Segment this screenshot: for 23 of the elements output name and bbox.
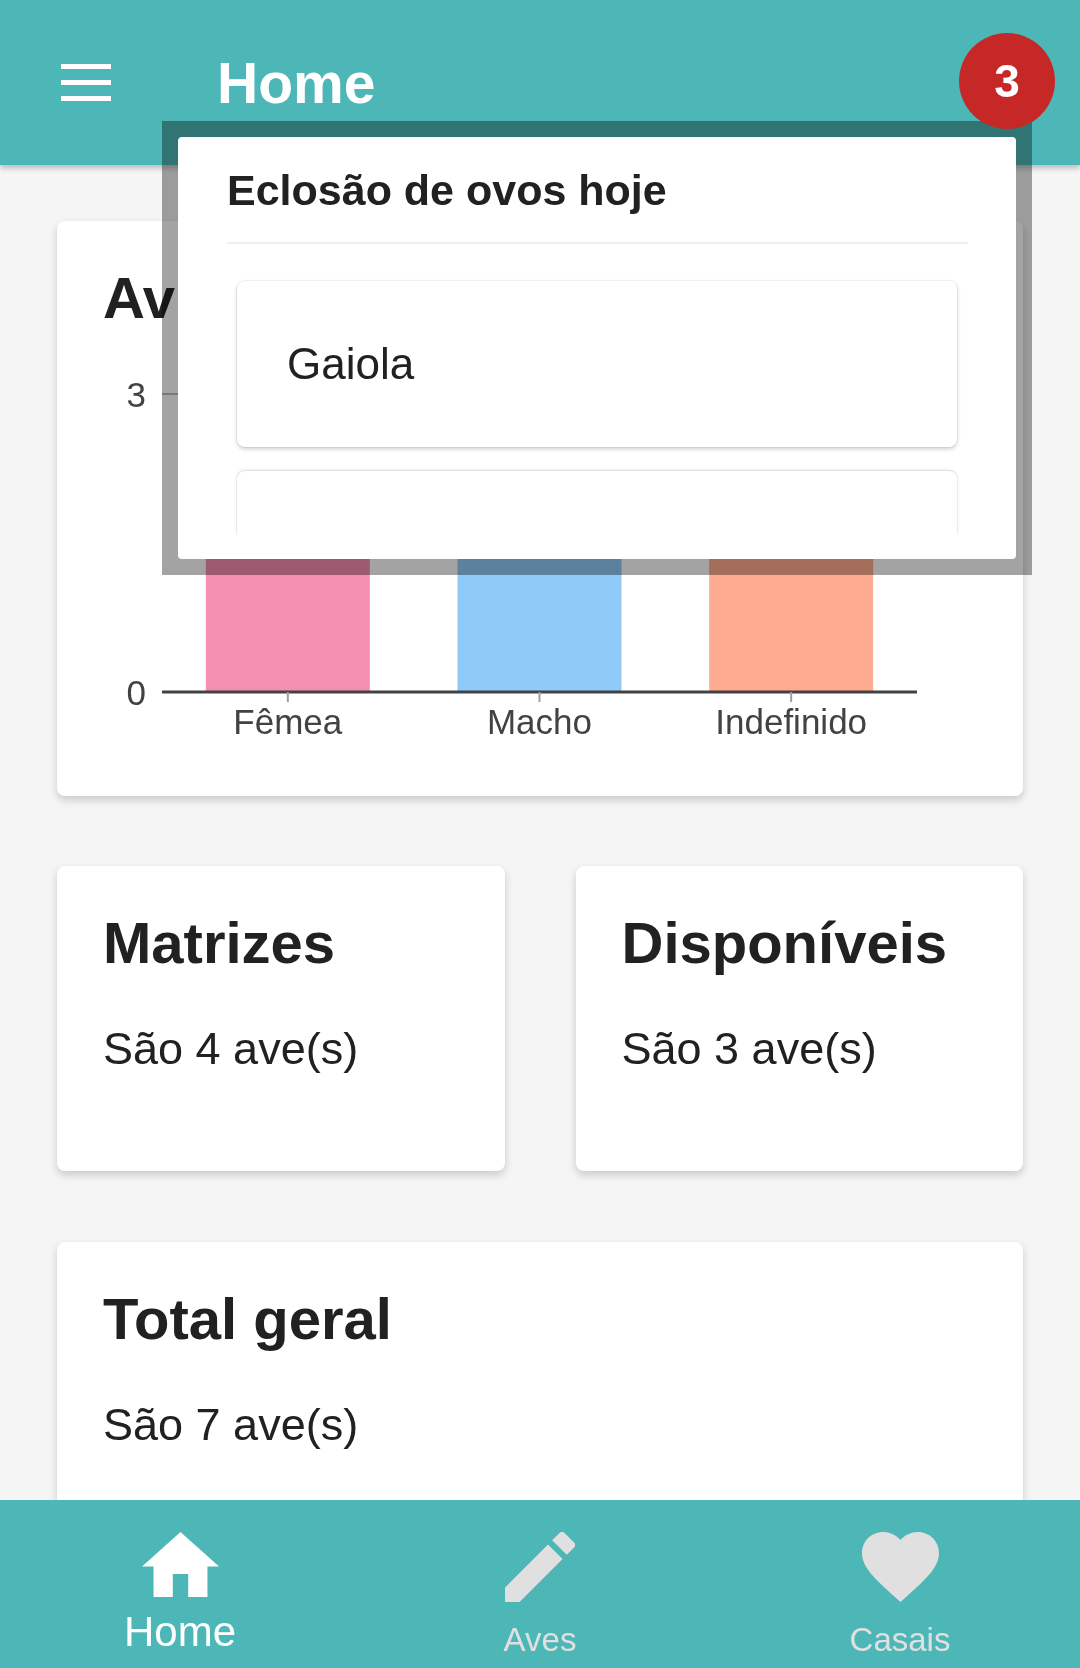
card-text: São 3 ave(s) <box>621 1022 877 1076</box>
nav-tab[interactable]: Casais <box>720 1500 1080 1668</box>
card-title: Total geral <box>103 1285 392 1353</box>
page-title: Home <box>217 49 376 117</box>
heart-icon <box>861 1532 939 1602</box>
axis-tick-label: 0 <box>126 673 146 712</box>
list-item[interactable]: Gaiola <box>237 281 957 447</box>
category-label: Macho <box>486 702 593 741</box>
card-text: São 4 ave(s) <box>103 1022 359 1076</box>
category-label: Fêmea <box>233 702 343 741</box>
nav-tab[interactable]: Home <box>0 1500 360 1668</box>
card-title: Disponíveis <box>621 909 948 977</box>
pencil-icon <box>505 1532 575 1602</box>
nav-tab[interactable]: Aves <box>360 1500 720 1668</box>
category-label: Indefinido <box>715 702 868 741</box>
menu-button[interactable] <box>61 64 111 101</box>
dialog-title: Eclosão de ovos hoje <box>227 165 667 216</box>
card-text: São 7 ave(s) <box>103 1398 359 1452</box>
axis-tick-label: 3 <box>126 375 146 414</box>
menu-icon <box>61 64 111 101</box>
house-icon <box>141 1532 219 1597</box>
card-title: Av <box>103 264 175 332</box>
card-title: Matrizes <box>103 909 336 977</box>
